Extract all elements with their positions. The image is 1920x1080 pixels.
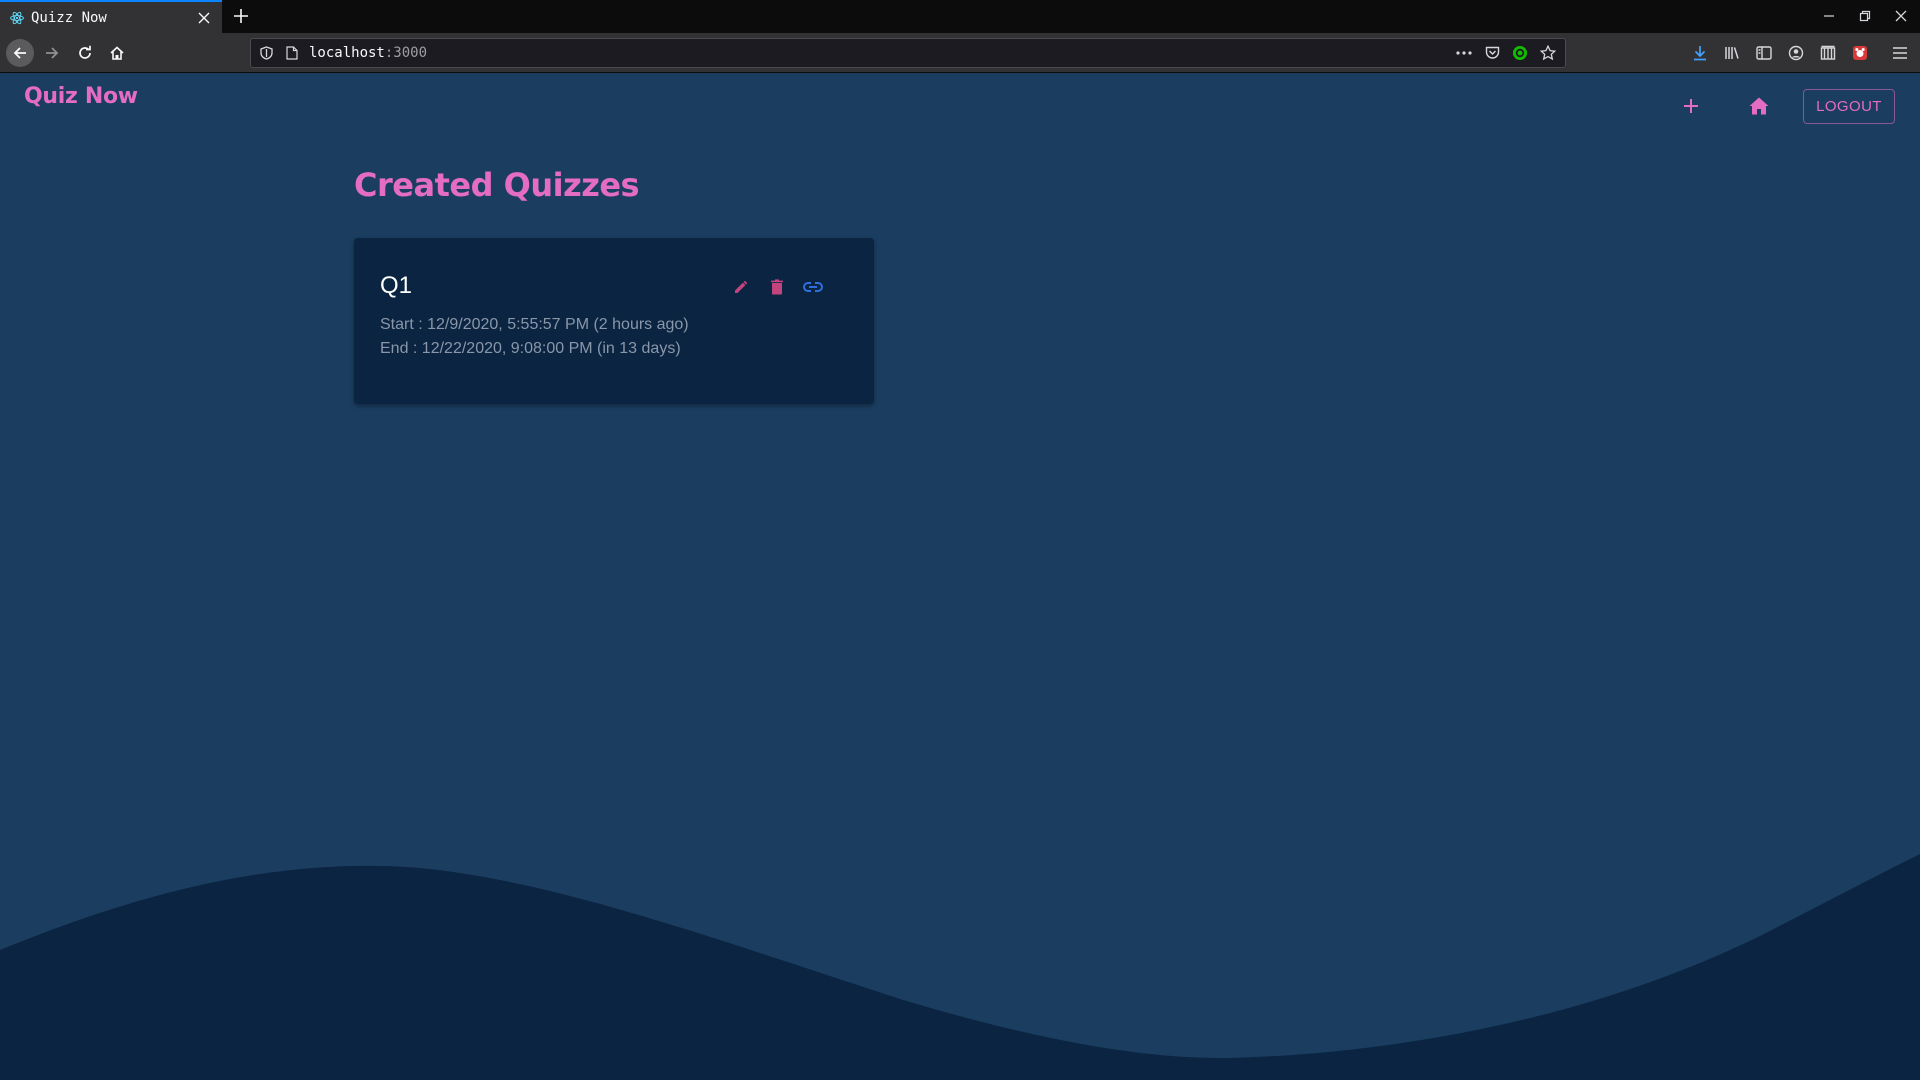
url-text: localhost:3000 <box>309 45 428 61</box>
pocket-icon[interactable] <box>1481 42 1503 64</box>
reload-icon[interactable] <box>71 39 99 67</box>
link-icon <box>803 282 823 292</box>
more-actions-icon[interactable] <box>1453 42 1475 64</box>
window-close-icon[interactable] <box>1889 4 1913 28</box>
home-button[interactable] <box>1737 84 1781 128</box>
quiz-start-time: Start : 12/9/2020, 5:55:57 PM (2 hours a… <box>380 316 689 333</box>
extension-green-icon[interactable] <box>1509 42 1531 64</box>
edit-quiz-button[interactable] <box>726 272 756 302</box>
account-icon[interactable] <box>1785 42 1807 64</box>
page-icon <box>281 42 303 64</box>
restore-icon[interactable] <box>1853 4 1877 28</box>
tab-title: Quizz Now <box>31 9 107 26</box>
url-bar[interactable]: localhost:3000 <box>250 38 1566 68</box>
brand-logo[interactable]: Quiz Now <box>24 84 138 109</box>
forward-arrow-icon[interactable] <box>38 39 66 67</box>
background-wave <box>0 854 1920 1080</box>
quiz-card[interactable]: Q1 Start : 12/9/2020, 5:55:57 PM (2 hour… <box>354 238 874 404</box>
new-tab-icon[interactable] <box>229 4 253 28</box>
shield-icon[interactable] <box>255 42 277 64</box>
back-arrow-icon[interactable] <box>6 39 34 67</box>
add-quiz-button[interactable] <box>1669 84 1713 128</box>
tab-close-icon[interactable] <box>192 6 216 30</box>
home-icon <box>1749 97 1769 115</box>
delete-quiz-button[interactable] <box>762 272 792 302</box>
home-icon[interactable] <box>103 39 131 67</box>
app-page: Quiz Now LOGOUT Created Quizzes Q1 Start… <box>0 74 1920 1080</box>
trash-icon <box>771 279 783 295</box>
browser-tab[interactable]: Quizz Now <box>0 0 222 33</box>
logout-button[interactable]: LOGOUT <box>1803 89 1895 124</box>
minimize-icon[interactable] <box>1817 4 1841 28</box>
quiz-title: Q1 <box>380 272 413 299</box>
container-extension-icon[interactable] <box>1817 42 1839 64</box>
sidebar-icon[interactable] <box>1753 42 1775 64</box>
hamburger-menu-icon[interactable] <box>1889 42 1911 64</box>
browser-toolbar: localhost:3000 <box>0 33 1920 73</box>
page-title: Created Quizzes <box>354 166 640 204</box>
download-icon[interactable] <box>1689 42 1711 64</box>
extension-red-icon[interactable] <box>1849 42 1871 64</box>
pencil-icon <box>735 280 748 293</box>
library-icon[interactable] <box>1721 42 1743 64</box>
quiz-end-time: End : 12/22/2020, 9:08:00 PM (in 13 days… <box>380 340 681 357</box>
plus-icon <box>1684 99 1698 113</box>
browser-tabbar: Quizz Now <box>0 0 1920 33</box>
react-favicon-icon <box>9 10 25 26</box>
copy-link-button[interactable] <box>798 272 828 302</box>
bookmark-star-icon[interactable] <box>1537 42 1559 64</box>
